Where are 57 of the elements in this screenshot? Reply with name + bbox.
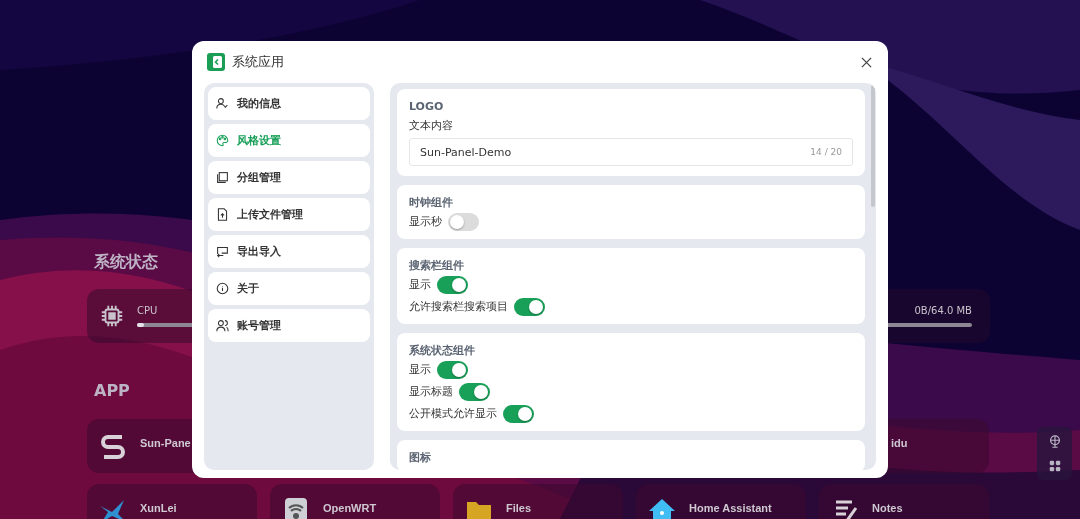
- menu-item[interactable]: 风格设置: [208, 124, 370, 157]
- user-icon: [216, 97, 229, 110]
- toggle-switch[interactable]: [503, 405, 534, 423]
- card-title: LOGO: [409, 99, 444, 115]
- menu-item[interactable]: 关于: [208, 272, 370, 305]
- app-name: Files: [506, 502, 532, 514]
- house-icon: [647, 496, 677, 519]
- globe-icon[interactable]: [1047, 434, 1062, 449]
- toggle-switch[interactable]: [448, 213, 479, 231]
- dialog-title: 系统应用: [232, 53, 285, 71]
- chip-icon: [99, 303, 125, 329]
- close-icon: [861, 56, 872, 68]
- section-title: 系统状态: [94, 252, 158, 272]
- toggle-switch[interactable]: [437, 361, 468, 379]
- app-name: Notes: [872, 502, 903, 514]
- app-card[interactable]: Home Assistant: [636, 484, 806, 519]
- users-icon: [216, 319, 229, 332]
- section-title: APP: [94, 381, 130, 401]
- menu-item[interactable]: 账号管理: [208, 309, 370, 342]
- grid-icon[interactable]: [1047, 458, 1062, 473]
- info-icon: [216, 282, 229, 295]
- card-title: 时钟组件: [409, 195, 453, 211]
- field-label: 文本内容: [409, 118, 453, 134]
- status-reading: 0B/64.0 MB: [914, 305, 972, 317]
- file-upload-icon: [216, 208, 229, 221]
- app-card[interactable]: XunLei: [87, 484, 257, 519]
- app-card[interactable]: Files: [453, 484, 623, 519]
- card-title: 图标: [409, 450, 431, 466]
- field-label: 显示: [409, 362, 431, 378]
- menu-item[interactable]: 上传文件管理: [208, 198, 370, 231]
- field-label: 允许搜索栏搜索项目: [409, 299, 508, 315]
- toggle-switch[interactable]: [459, 383, 490, 401]
- app-name: Home Assistant: [689, 502, 772, 514]
- status-label: CPU: [137, 305, 158, 317]
- card-title: 系统状态组件: [409, 343, 475, 359]
- app-name: XunLei: [140, 502, 177, 514]
- palette-icon: [216, 134, 229, 147]
- char-counter: 14 / 20: [810, 147, 842, 157]
- field-label: 显示秒: [409, 214, 442, 230]
- app-card[interactable]: OpenWRT: [270, 484, 440, 519]
- app-name: Sun-Pane: [140, 437, 191, 449]
- toggle-switch[interactable]: [437, 276, 468, 294]
- app-name: idu: [891, 437, 908, 449]
- scrollbar[interactable]: [871, 85, 875, 207]
- menu-item[interactable]: 分组管理: [208, 161, 370, 194]
- menu-item[interactable]: 导出导入: [208, 235, 370, 268]
- card-title: 搜索栏组件: [409, 258, 464, 274]
- app-name: OpenWRT: [323, 502, 377, 514]
- app-logo-icon: [207, 53, 225, 71]
- copy-icon: [216, 171, 229, 184]
- text-field[interactable]: Sun-Panel-Demo 14 / 20: [409, 138, 853, 166]
- menu-item[interactable]: 我的信息: [208, 87, 370, 120]
- toggle-switch[interactable]: [514, 298, 545, 316]
- field-label: 显示: [409, 277, 431, 293]
- app-card[interactable]: Notes: [819, 484, 989, 519]
- field-label: 公开模式允许显示: [409, 406, 497, 422]
- field-label: 显示标题: [409, 384, 453, 400]
